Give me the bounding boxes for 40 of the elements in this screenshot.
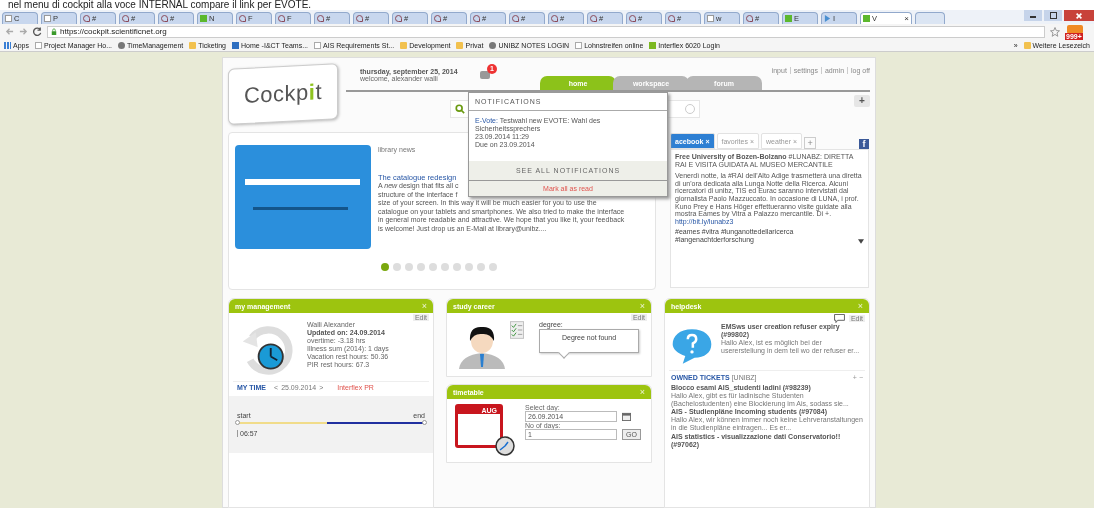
maximize-icon[interactable] [1044, 10, 1062, 21]
checklist-icon [510, 321, 524, 339]
question-bubble-icon [671, 327, 713, 365]
carousel-dot[interactable] [465, 263, 473, 271]
carousel-dot[interactable] [417, 263, 425, 271]
carousel-dot[interactable] [453, 263, 461, 271]
calendar-icon[interactable] [622, 412, 631, 421]
page-icon [5, 15, 12, 22]
search-icon[interactable] [455, 104, 465, 114]
close-icon[interactable] [1064, 10, 1094, 21]
notification-icon[interactable] [480, 71, 490, 79]
carousel-dot[interactable] [393, 263, 401, 271]
page-icon [44, 15, 51, 22]
square-favicon-icon [200, 15, 207, 22]
carousel-dot[interactable] [429, 263, 437, 271]
lock-icon [51, 27, 57, 36]
star-icon[interactable] [1050, 26, 1060, 37]
add-button[interactable]: + [854, 95, 870, 107]
carousel-dot[interactable] [381, 263, 389, 271]
reload-icon[interactable] [33, 27, 42, 36]
forward-icon[interactable] [19, 27, 28, 36]
address-field[interactable]: https://cockpit.scientificnet.org [47, 25, 1045, 38]
square-favicon-icon [863, 15, 870, 22]
carousel-dot[interactable] [405, 263, 413, 271]
cockpit-logo[interactable]: Cockpit [228, 63, 338, 125]
facebook-logo-icon[interactable]: f [859, 139, 869, 149]
carousel-dot[interactable] [489, 263, 497, 271]
minimize-icon[interactable] [1024, 10, 1042, 21]
carousel-dot[interactable] [441, 263, 449, 271]
scroll-down-icon[interactable] [858, 238, 864, 244]
new-tab-button[interactable] [915, 12, 945, 24]
square-favicon-icon [785, 15, 792, 22]
add-tab-button[interactable]: + [804, 137, 817, 149]
back-icon[interactable] [5, 27, 14, 36]
chat-icon[interactable] [833, 314, 845, 323]
page-icon [707, 15, 714, 22]
play-icon [824, 15, 831, 22]
caption-text: nel menu di cockpit alla voce INTERNAL compare il link per EVOTE. [0, 0, 1094, 10]
carousel-dot[interactable] [477, 263, 485, 271]
rss-icon[interactable] [1067, 24, 1083, 34]
